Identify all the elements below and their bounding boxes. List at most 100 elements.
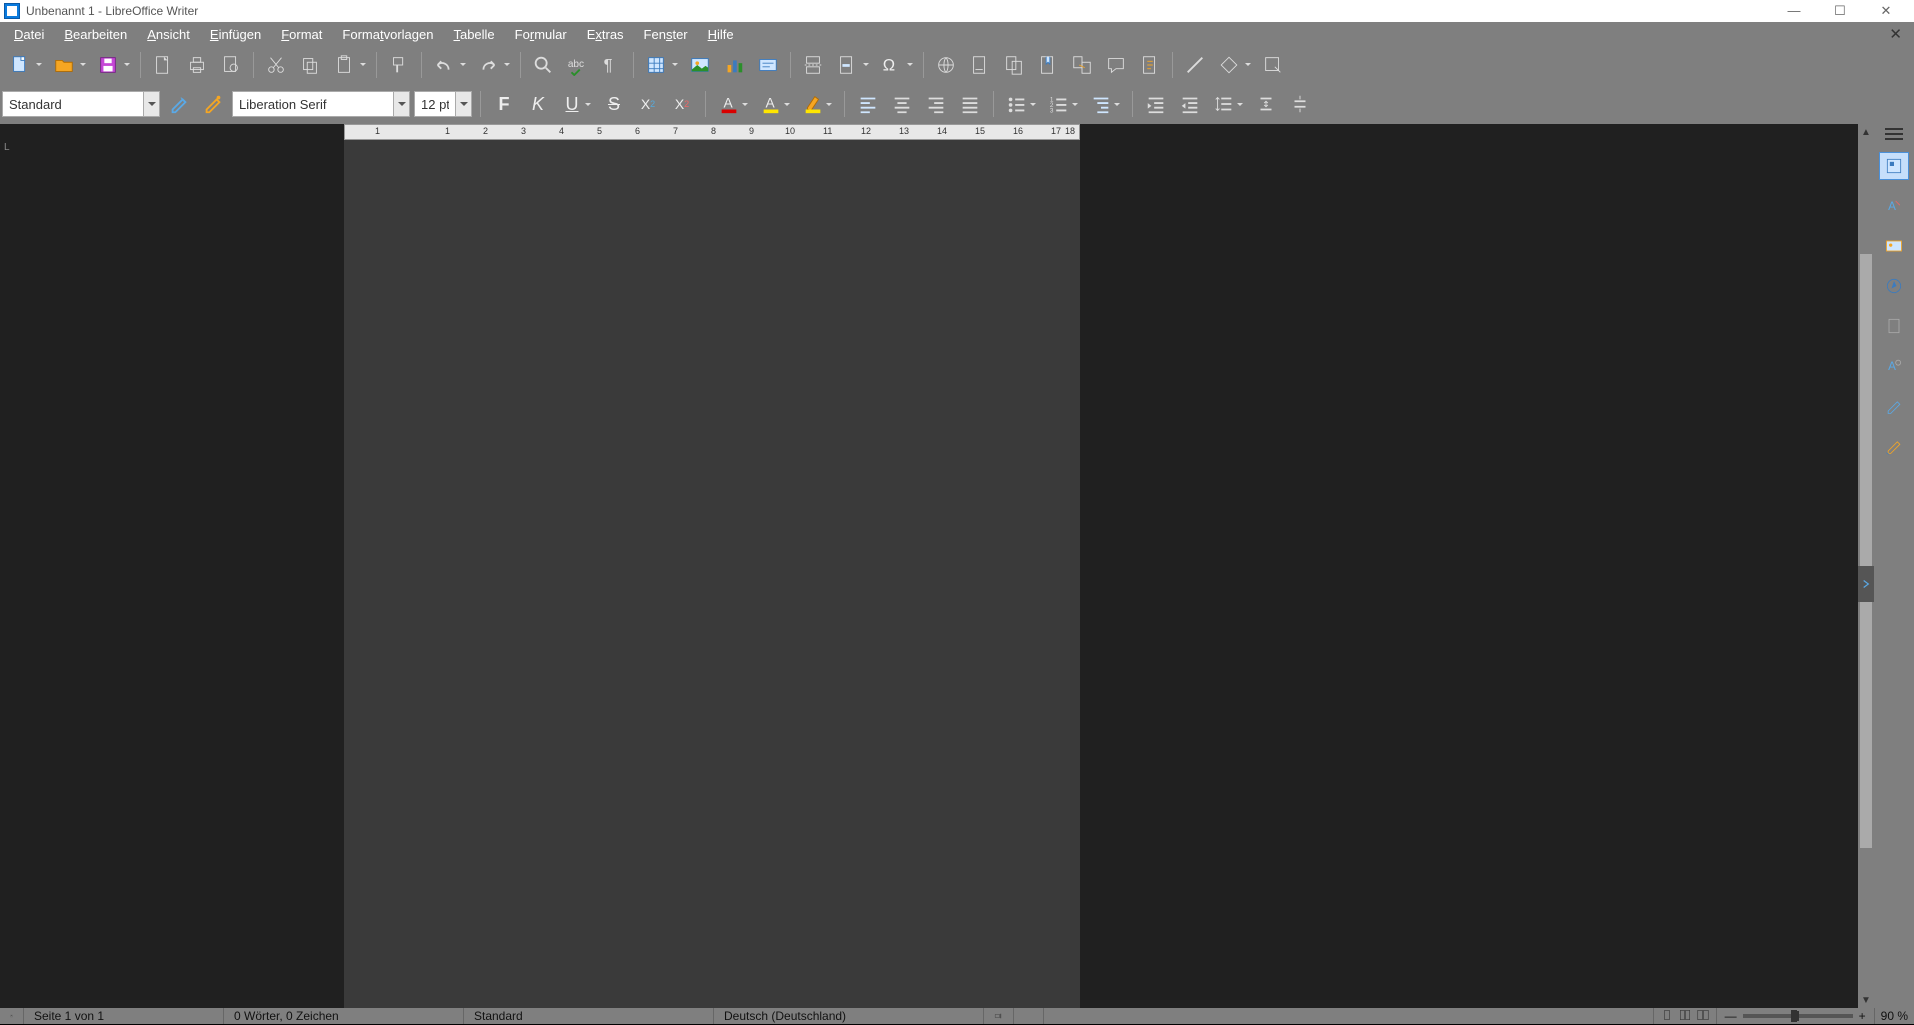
font-size-combo[interactable] <box>414 91 472 117</box>
font-name-combo[interactable] <box>232 91 410 117</box>
paragraph-style-combo[interactable] <box>2 91 160 117</box>
insert-textbox-button[interactable] <box>752 51 784 79</box>
insert-image-button[interactable] <box>684 51 716 79</box>
menu-extras[interactable]: Extras <box>577 25 634 44</box>
menu-tabelle[interactable]: Tabelle <box>443 25 504 44</box>
zoom-out-button[interactable]: — <box>1725 1009 1737 1023</box>
paragraph-style-input[interactable] <box>3 92 143 116</box>
highlight-color-button[interactable]: A <box>756 89 786 119</box>
close-button[interactable]: ✕ <box>1872 3 1900 19</box>
decrease-spacing-button[interactable] <box>1285 89 1315 119</box>
document-page[interactable] <box>344 140 1080 1008</box>
menu-fenster[interactable]: Fenster <box>634 25 698 44</box>
bold-button[interactable]: F <box>489 89 519 119</box>
subscript-button[interactable]: X2 <box>667 89 697 119</box>
update-style-button[interactable] <box>164 89 194 119</box>
numbered-list-button[interactable]: 123 <box>1044 89 1074 119</box>
menu-datei[interactable]: Datei <box>4 25 54 44</box>
align-right-button[interactable] <box>921 89 951 119</box>
copy-button[interactable] <box>294 51 326 79</box>
sidebar-page-button[interactable] <box>1879 312 1909 340</box>
page-break-button[interactable] <box>797 51 829 79</box>
maximize-button[interactable]: ☐ <box>1826 3 1854 19</box>
paste-button[interactable] <box>328 51 360 79</box>
align-center-button[interactable] <box>887 89 917 119</box>
menu-einfuegen[interactable]: Einfügen <box>200 25 271 44</box>
scroll-up-button[interactable]: ▲ <box>1858 124 1874 140</box>
formatting-marks-button[interactable]: ¶ <box>595 51 627 79</box>
increase-spacing-button[interactable] <box>1251 89 1281 119</box>
font-color-button[interactable]: A <box>714 89 744 119</box>
zoom-in-button[interactable]: + <box>1859 1009 1866 1023</box>
sidebar-manage-changes-button[interactable] <box>1879 392 1909 420</box>
multi-page-view-button[interactable] <box>1678 1008 1692 1025</box>
bullet-list-button[interactable] <box>1002 89 1032 119</box>
char-highlight-button[interactable] <box>798 89 828 119</box>
status-word-count[interactable]: 0 Wörter, 0 Zeichen <box>224 1008 464 1024</box>
insert-field-button[interactable] <box>831 51 863 79</box>
align-left-button[interactable] <box>853 89 883 119</box>
status-zoom-value[interactable]: 90 % <box>1875 1009 1914 1023</box>
paragraph-style-dropdown-icon[interactable] <box>143 92 159 116</box>
insert-endnote-button[interactable] <box>998 51 1030 79</box>
sidebar-properties-button[interactable] <box>1879 152 1909 180</box>
sidebar-gallery-button[interactable] <box>1879 232 1909 260</box>
increase-indent-button[interactable] <box>1141 89 1171 119</box>
clone-formatting-button[interactable] <box>383 51 415 79</box>
line-spacing-button[interactable] <box>1209 89 1239 119</box>
scroll-thumb[interactable] <box>1860 254 1872 848</box>
sidebar-style-inspector-button[interactable]: A <box>1879 352 1909 380</box>
sidebar-accessibility-button[interactable] <box>1879 432 1909 460</box>
status-page[interactable]: Seite 1 von 1 <box>24 1008 224 1024</box>
horizontal-ruler[interactable]: 1 123 456 789 101112 131415 161718 <box>344 124 1080 140</box>
menu-format[interactable]: Format <box>271 25 332 44</box>
open-button[interactable] <box>48 51 80 79</box>
redo-button[interactable] <box>472 51 504 79</box>
font-name-dropdown-icon[interactable] <box>393 92 409 116</box>
menu-ansicht[interactable]: Ansicht <box>137 25 200 44</box>
export-pdf-button[interactable] <box>147 51 179 79</box>
single-page-view-button[interactable] <box>1660 1008 1674 1025</box>
save-button[interactable] <box>92 51 124 79</box>
italic-button[interactable]: K <box>523 89 553 119</box>
font-size-input[interactable] <box>415 92 455 116</box>
new-style-button[interactable] <box>198 89 228 119</box>
document-area[interactable]: L 1 123 456 789 101112 131415 161718 <box>0 124 1858 1008</box>
find-replace-button[interactable] <box>527 51 559 79</box>
scroll-down-button[interactable]: ▼ <box>1858 992 1874 1008</box>
sidebar-menu-icon[interactable] <box>1885 128 1903 140</box>
sidebar-collapse-handle[interactable] <box>1858 566 1874 602</box>
status-zoom-slider[interactable]: — + <box>1717 1008 1875 1024</box>
track-changes-button[interactable] <box>1134 51 1166 79</box>
insert-bookmark-button[interactable] <box>1032 51 1064 79</box>
insert-cross-reference-button[interactable] <box>1066 51 1098 79</box>
status-language[interactable]: Deutsch (Deutschland) <box>714 1008 984 1024</box>
menu-bearbeiten[interactable]: Bearbeiten <box>54 25 137 44</box>
new-button[interactable] <box>4 51 36 79</box>
insert-hyperlink-button[interactable] <box>930 51 962 79</box>
insert-footnote-button[interactable] <box>964 51 996 79</box>
insert-comment-button[interactable] <box>1100 51 1132 79</box>
insert-table-button[interactable] <box>640 51 672 79</box>
print-button[interactable] <box>181 51 213 79</box>
underline-button[interactable]: U <box>557 89 587 119</box>
zoom-track[interactable] <box>1743 1014 1853 1018</box>
status-page-style[interactable]: Standard <box>464 1008 714 1024</box>
superscript-button[interactable]: X2 <box>633 89 663 119</box>
font-name-input[interactable] <box>233 92 393 116</box>
spellcheck-button[interactable]: abc <box>561 51 593 79</box>
insert-symbol-button[interactable]: Ω <box>875 51 907 79</box>
align-justify-button[interactable] <box>955 89 985 119</box>
cut-button[interactable] <box>260 51 292 79</box>
basic-shapes-button[interactable] <box>1213 51 1245 79</box>
show-draw-functions-button[interactable] <box>1257 51 1289 79</box>
status-save-icon[interactable] <box>0 1008 24 1024</box>
outline-list-button[interactable] <box>1086 89 1116 119</box>
book-view-button[interactable] <box>1696 1008 1710 1025</box>
menu-formular[interactable]: Formular <box>505 25 577 44</box>
close-document-button[interactable]: ✕ <box>1881 25 1910 43</box>
strikethrough-button[interactable]: S <box>599 89 629 119</box>
insert-chart-button[interactable] <box>718 51 750 79</box>
sidebar-styles-button[interactable]: A <box>1879 192 1909 220</box>
insert-line-button[interactable] <box>1179 51 1211 79</box>
